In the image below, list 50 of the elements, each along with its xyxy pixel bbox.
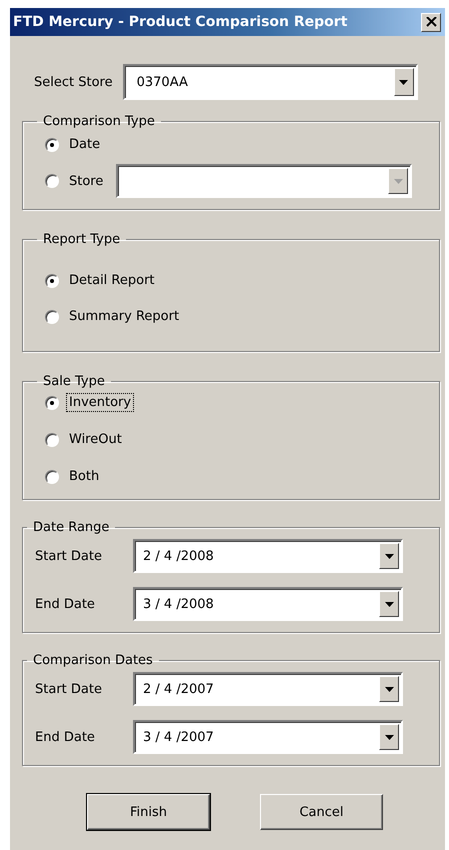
close-button[interactable] xyxy=(421,12,441,32)
dropdown-button[interactable] xyxy=(379,543,399,569)
date-picker[interactable]: 3 / 4 /2008 xyxy=(133,587,403,621)
radio-button[interactable] xyxy=(45,396,59,410)
date-label: Start Date xyxy=(35,682,103,696)
date-value: 2 / 4 /2008 xyxy=(142,548,215,564)
dialog-button[interactable]: Finish xyxy=(87,794,210,830)
caret-icon xyxy=(394,178,403,184)
date-picker[interactable]: 2 / 4 /2007 xyxy=(133,672,403,706)
dropdown-button[interactable] xyxy=(379,724,399,750)
select-store-label: Select Store xyxy=(34,74,113,90)
date-value: 3 / 4 /2008 xyxy=(142,596,215,612)
radio-label[interactable]: Date xyxy=(66,135,104,154)
radio-label[interactable]: Store xyxy=(66,172,106,190)
date-picker[interactable]: 3 / 4 /2007 xyxy=(133,720,403,754)
caret-icon xyxy=(399,80,408,84)
caret-icon xyxy=(384,554,394,558)
store-dropdown[interactable]: 0370AA xyxy=(122,64,418,100)
caret-icon xyxy=(384,686,394,692)
window-title: FTD Mercury - Product Comparison Report xyxy=(13,14,348,30)
group-title: Report Type xyxy=(42,232,122,247)
date-label: Start Date xyxy=(35,548,103,564)
group-title: Sale Type xyxy=(42,374,106,389)
radio-button[interactable] xyxy=(45,310,59,324)
group-title: Date Range xyxy=(32,520,110,535)
radio-label[interactable]: Detail Report xyxy=(66,271,158,290)
radio-label[interactable]: Inventory xyxy=(66,393,134,412)
radio-button[interactable] xyxy=(45,470,59,484)
group-title: Comparison Type xyxy=(42,114,156,129)
radio-label[interactable]: Both xyxy=(66,467,102,486)
date-label: End Date xyxy=(35,730,96,744)
radio-label[interactable]: Summary Report xyxy=(66,307,182,326)
radio-button[interactable] xyxy=(45,174,59,188)
dropdown-button[interactable] xyxy=(379,591,399,617)
date-value: 2 / 4 /2007 xyxy=(142,682,215,696)
date-label: End Date xyxy=(35,596,96,612)
group-title: Comparison Dates xyxy=(32,653,154,668)
dropdown-button[interactable] xyxy=(379,676,399,702)
date-picker[interactable]: 2 / 4 /2008 xyxy=(133,539,403,573)
caret-icon xyxy=(384,602,394,606)
radio-button[interactable] xyxy=(45,274,59,288)
dropdown-button[interactable] xyxy=(394,68,414,96)
radio-button[interactable] xyxy=(45,432,59,446)
caret-icon xyxy=(384,734,394,740)
store-value: 0370AA xyxy=(136,74,189,90)
radio-button[interactable] xyxy=(45,138,59,152)
dialog-button[interactable]: Cancel xyxy=(260,794,383,830)
date-value: 3 / 4 /2007 xyxy=(142,730,215,744)
close-icon xyxy=(426,17,436,27)
radio-label[interactable]: WireOut xyxy=(66,430,125,449)
